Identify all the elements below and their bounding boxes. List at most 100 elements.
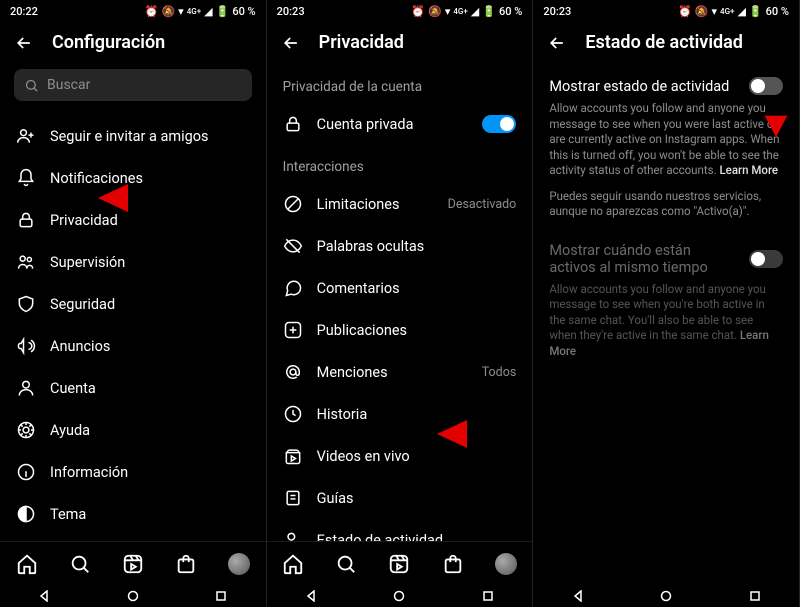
row-tema[interactable]: Tema	[0, 493, 266, 535]
row-label: Menciones	[317, 364, 468, 381]
search-input[interactable]: Buscar	[14, 69, 252, 101]
sys-back-icon[interactable]	[38, 590, 50, 602]
row-label: Publicaciones	[317, 322, 517, 339]
status-icons: ⏰ 🔕 ▾ 4G+ ◢ 🔋 60 %	[678, 5, 789, 18]
row-label: Cuenta	[50, 380, 250, 397]
mute-icon: 🔕	[161, 5, 175, 18]
battery-icon: 🔋	[749, 5, 763, 18]
battery-icon: 🔋	[482, 5, 496, 18]
battery-icon: 🔋	[216, 5, 230, 18]
row-status: Todos	[482, 365, 517, 380]
search-nav-icon[interactable]	[335, 553, 357, 575]
guides-icon	[283, 488, 303, 508]
slash-circle-icon	[283, 194, 303, 214]
home-icon[interactable]	[282, 553, 304, 575]
row-label: Historia	[317, 406, 517, 423]
row-ayuda[interactable]: Ayuda	[0, 409, 266, 451]
battery-pct: 60 %	[766, 5, 789, 18]
wifi-icon: ▾	[711, 5, 717, 18]
row-label: Tema	[50, 506, 250, 523]
comment-icon	[283, 278, 303, 298]
toggle-same-chat[interactable]	[749, 250, 783, 268]
row-guias[interactable]: Guías	[267, 477, 533, 519]
row-label: Guías	[317, 490, 517, 507]
home-icon[interactable]	[16, 553, 38, 575]
status-bar: 20:22 ⏰ 🔕 ▾ 4G+ ◢ 🔋 60 %	[0, 0, 266, 22]
lock-icon	[16, 210, 36, 230]
shop-icon[interactable]	[175, 553, 197, 575]
reels-icon[interactable]	[122, 553, 144, 575]
setting-label: Mostrar estado de actividad	[549, 78, 729, 95]
toggle-show-activity[interactable]	[749, 77, 783, 95]
status-bar: 20:23 ⏰ 🔕 ▾ 4G+ ◢ 🔋 60 %	[267, 0, 533, 22]
wifi-icon: ▾	[445, 5, 451, 18]
row-label: Palabras ocultas	[317, 238, 517, 255]
system-nav	[0, 585, 266, 607]
page-header: Estado de actividad	[533, 22, 799, 65]
learn-more-link[interactable]: Learn More	[719, 163, 778, 177]
user-plus-icon	[16, 126, 36, 146]
plus-square-icon	[283, 320, 303, 340]
row-label: Seguir e invitar a amigos	[50, 128, 250, 145]
row-privacidad[interactable]: Privacidad	[0, 199, 266, 241]
row-historia[interactable]: Historia	[267, 393, 533, 435]
lock-icon	[283, 114, 303, 134]
bell-icon	[16, 168, 36, 188]
system-nav	[267, 585, 533, 607]
screen-estado-actividad: 20:23 ⏰ 🔕 ▾ 4G+ ◢ 🔋 60 % Estado de activ…	[533, 0, 800, 607]
row-label: Información	[50, 464, 250, 481]
row-anuncios[interactable]: Anuncios	[0, 325, 266, 367]
row-supervision[interactable]: Supervisión	[0, 241, 266, 283]
theme-icon	[16, 504, 36, 524]
back-icon[interactable]	[547, 33, 567, 53]
shop-icon[interactable]	[442, 553, 464, 575]
profile-avatar[interactable]	[495, 553, 517, 575]
toggle-private-account[interactable]	[482, 115, 516, 133]
row-limitaciones[interactable]: Limitaciones Desactivado	[267, 183, 533, 225]
row-seguir[interactable]: Seguir e invitar a amigos	[0, 115, 266, 157]
sys-recent-icon[interactable]	[482, 590, 494, 602]
info-icon	[16, 462, 36, 482]
setting-extra-note: Puedes seguir usando nuestros servicios,…	[533, 189, 799, 230]
megaphone-icon	[16, 336, 36, 356]
shield-icon	[16, 294, 36, 314]
setting-label: Mostrar cuándo están activos al mismo ti…	[549, 242, 729, 276]
mute-icon: 🔕	[428, 5, 442, 18]
back-icon[interactable]	[281, 33, 301, 53]
alarm-icon: ⏰	[411, 5, 425, 18]
page-title: Configuración	[52, 32, 165, 53]
sys-home-icon[interactable]	[660, 590, 672, 602]
row-videos-vivo[interactable]: Videos en vivo	[267, 435, 533, 477]
signal-icon: ◢	[471, 5, 479, 18]
row-label: Notificaciones	[50, 170, 250, 187]
back-icon[interactable]	[14, 33, 34, 53]
row-informacion[interactable]: Información	[0, 451, 266, 493]
sys-home-icon[interactable]	[127, 590, 139, 602]
bottom-nav	[0, 541, 266, 585]
help-icon	[16, 420, 36, 440]
row-cuenta[interactable]: Cuenta	[0, 367, 266, 409]
network-text: 4G+	[453, 7, 467, 16]
row-notificaciones[interactable]: Notificaciones	[0, 157, 266, 199]
row-label: Anuncios	[50, 338, 250, 355]
reels-icon[interactable]	[388, 553, 410, 575]
setting-show-activity: Mostrar estado de actividad	[533, 65, 799, 101]
row-menciones[interactable]: Menciones Todos	[267, 351, 533, 393]
row-cuenta-privada[interactable]: Cuenta privada	[267, 103, 533, 145]
section-interactions: Interacciones	[267, 145, 533, 183]
history-icon	[283, 404, 303, 424]
row-label: Limitaciones	[317, 196, 434, 213]
wifi-icon: ▾	[178, 5, 184, 18]
row-publicaciones[interactable]: Publicaciones	[267, 309, 533, 351]
row-seguridad[interactable]: Seguridad	[0, 283, 266, 325]
sys-back-icon[interactable]	[572, 590, 584, 602]
profile-avatar[interactable]	[228, 553, 250, 575]
section-account-privacy: Privacidad de la cuenta	[267, 65, 533, 103]
sys-recent-icon[interactable]	[749, 590, 761, 602]
row-palabras-ocultas[interactable]: Palabras ocultas	[267, 225, 533, 267]
search-nav-icon[interactable]	[69, 553, 91, 575]
sys-recent-icon[interactable]	[215, 590, 227, 602]
row-comentarios[interactable]: Comentarios	[267, 267, 533, 309]
sys-back-icon[interactable]	[305, 590, 317, 602]
sys-home-icon[interactable]	[393, 590, 405, 602]
